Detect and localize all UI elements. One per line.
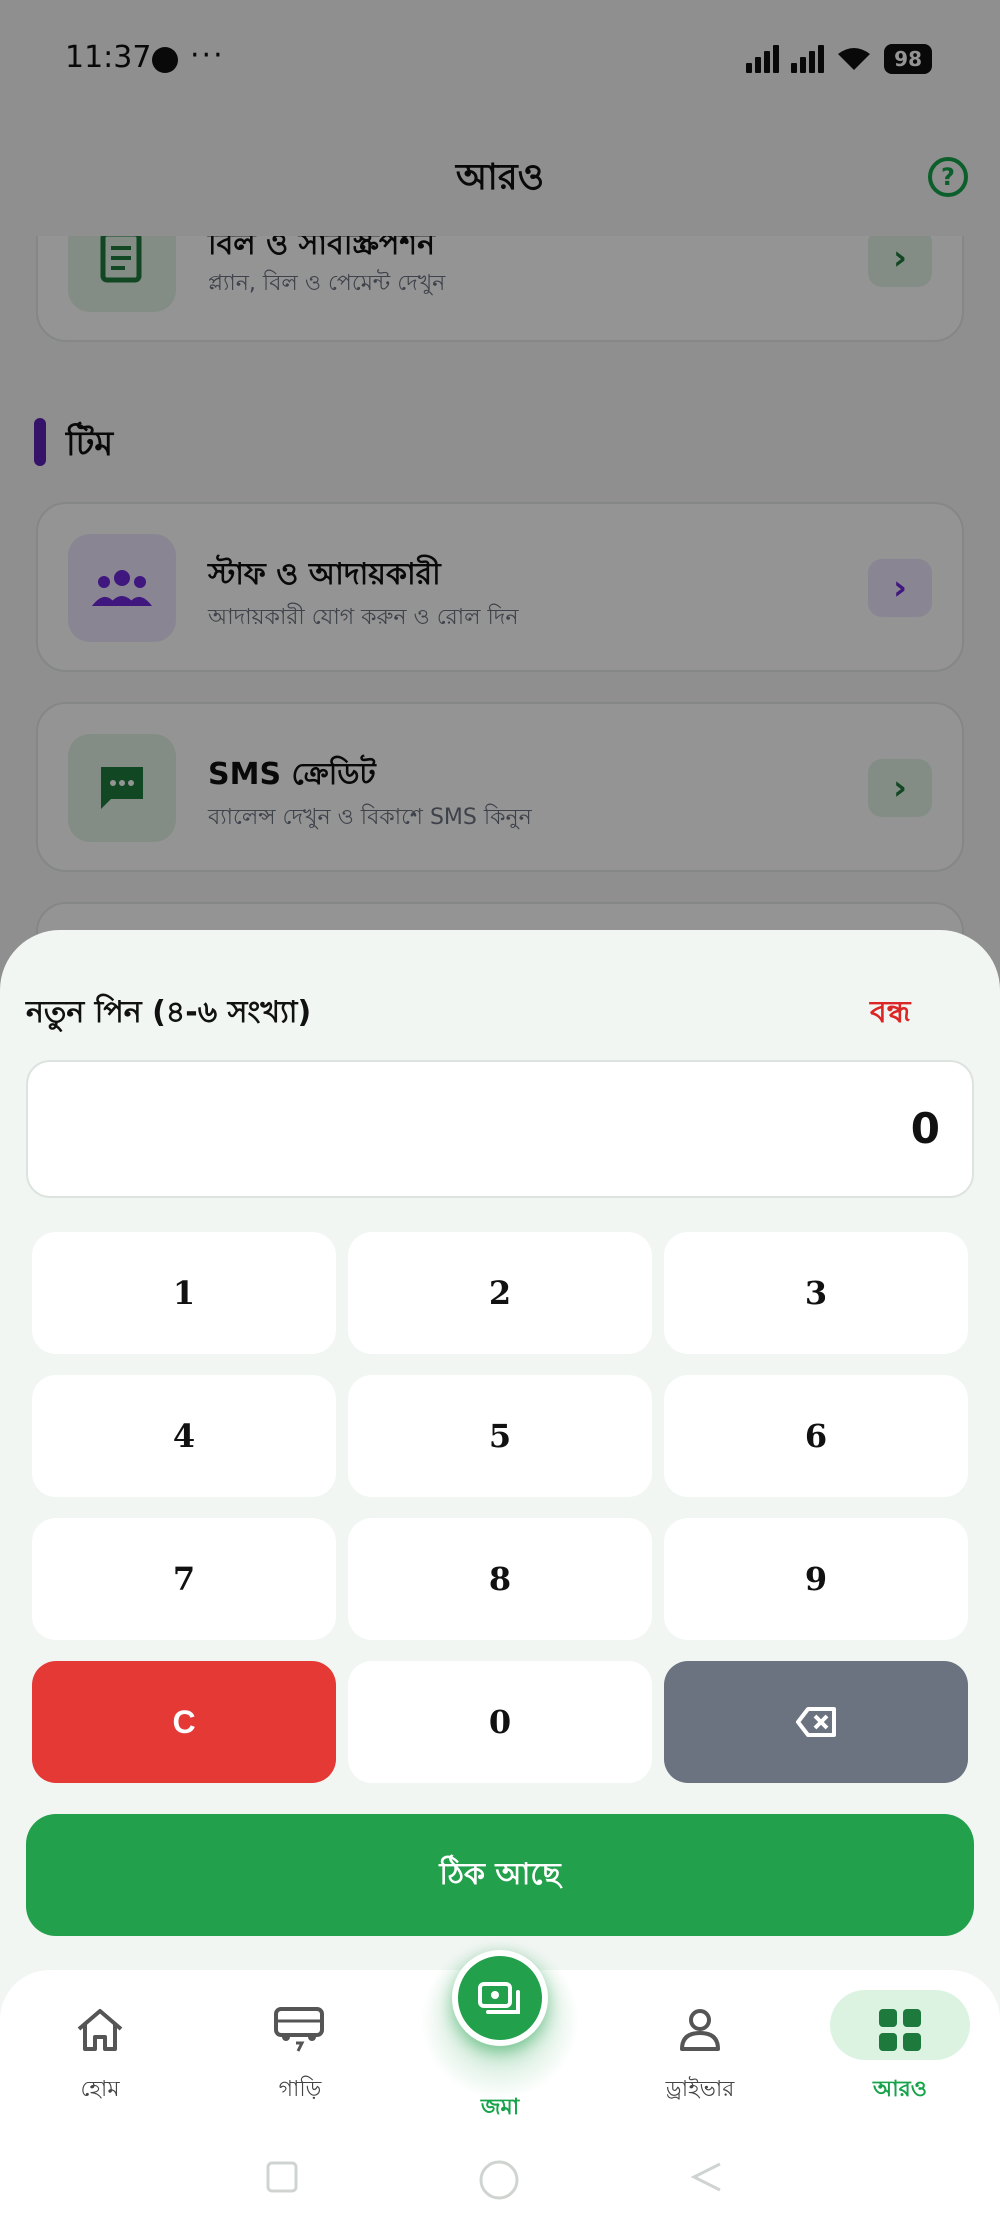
key-8[interactable]: 8 [348, 1518, 652, 1640]
key-6[interactable]: 6 [664, 1375, 968, 1497]
nav-label-more: আরও [873, 2077, 927, 2102]
pin-value: 0 [910, 1104, 940, 1153]
key-1[interactable]: 1 [32, 1232, 336, 1354]
nav-label-deposit: জমা [480, 2095, 520, 2120]
nav-label-home: হোম [80, 2077, 120, 2102]
nav-item-home[interactable]: হোম [20, 2000, 180, 2130]
nav-label-vehicles: গাড়ি [278, 2077, 322, 2102]
grid-icon [870, 2000, 930, 2060]
key-4[interactable]: 4 [32, 1375, 336, 1497]
key-0[interactable]: 0 [348, 1661, 652, 1783]
backspace-icon [796, 1707, 836, 1737]
key-9[interactable]: 9 [664, 1518, 968, 1640]
key-7[interactable]: 7 [32, 1518, 336, 1640]
key-3[interactable]: 3 [664, 1232, 968, 1354]
key-5[interactable]: 5 [348, 1375, 652, 1497]
home-system-icon[interactable] [476, 2160, 522, 2200]
cash-icon [478, 1982, 520, 2014]
ok-button[interactable]: ঠিক আছে [26, 1814, 974, 1936]
backspace-button[interactable] [664, 1661, 968, 1783]
clear-button[interactable]: C [32, 1661, 336, 1783]
bus-icon [270, 2000, 330, 2060]
nav-item-driver[interactable]: ড্রাইভার [620, 2000, 780, 2130]
pin-display: 0 [26, 1060, 974, 1198]
system-nav-bar [0, 2140, 1000, 2210]
person-icon [670, 2000, 730, 2060]
recent-apps-icon[interactable] [265, 2160, 299, 2194]
nav-item-more[interactable]: আরও [820, 2000, 980, 2130]
key-2[interactable]: 2 [348, 1232, 652, 1354]
pin-sheet-title: নতুন পিন (৪-৬ সংখ্যা) [26, 995, 312, 1030]
home-icon [70, 2000, 130, 2060]
close-button[interactable]: বন্ধ [870, 988, 910, 1039]
deposit-fab-button[interactable] [452, 1950, 548, 2046]
back-icon[interactable] [690, 2160, 724, 2194]
nav-item-vehicles[interactable]: গাড়ি [220, 2000, 380, 2130]
nav-label-driver: ড্রাইভার [665, 2077, 735, 2102]
